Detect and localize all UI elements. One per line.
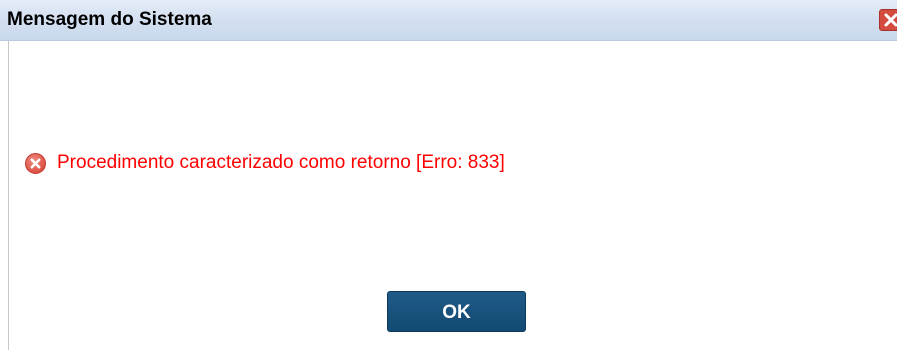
ok-button[interactable]: OK [387,291,526,332]
system-message-dialog: Mensagem do Sistema Procedimento caracte… [0,0,897,350]
close-button[interactable] [879,9,897,31]
dialog-left-border [8,41,9,350]
error-icon [25,153,46,174]
error-message-text: Procedimento caracterizado como retorno … [57,152,505,173]
dialog-title: Mensagem do Sistema [7,9,212,30]
close-icon [884,13,897,27]
dialog-titlebar: Mensagem do Sistema [0,0,897,41]
